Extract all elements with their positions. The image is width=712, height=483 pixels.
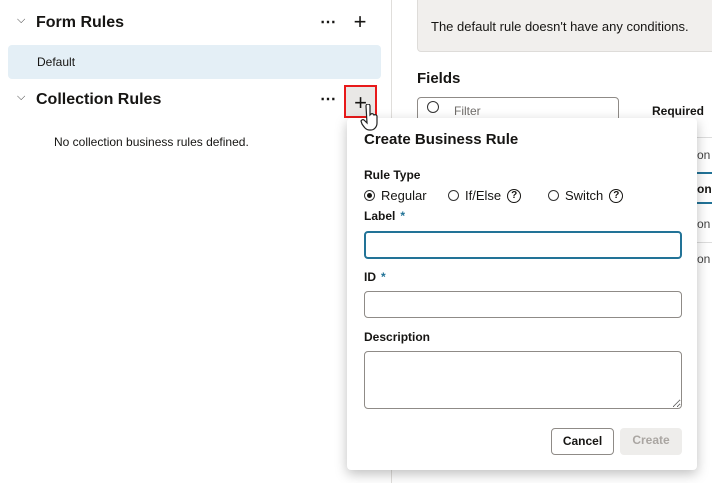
field-row[interactable]: on bbox=[697, 217, 710, 231]
radio-button[interactable] bbox=[548, 190, 559, 201]
id-field-label: ID * bbox=[364, 270, 386, 284]
rule-item-default[interactable]: Default bbox=[8, 45, 381, 79]
label-field-label: Label * bbox=[364, 209, 406, 223]
radio-switch[interactable]: Switch? bbox=[548, 188, 624, 203]
required-column-header: Required bbox=[652, 104, 705, 118]
id-input[interactable] bbox=[364, 291, 682, 318]
form-rules-add-button[interactable]: + bbox=[347, 10, 373, 36]
empty-collection-text: No collection business rules defined. bbox=[54, 135, 249, 149]
field-row[interactable]: on bbox=[697, 182, 712, 196]
radio-label: Switch bbox=[565, 188, 604, 203]
radio-button[interactable] bbox=[364, 190, 375, 201]
fields-title: Fields bbox=[417, 70, 461, 87]
field-row[interactable]: on bbox=[697, 148, 710, 162]
dialog-title: Create Business Rule bbox=[364, 131, 519, 148]
radio-regular[interactable]: Regular bbox=[364, 188, 427, 203]
radio-button[interactable] bbox=[448, 190, 459, 201]
description-label: Description bbox=[364, 330, 431, 344]
help-icon[interactable]: ? bbox=[507, 188, 522, 203]
filter-placeholder: Filter bbox=[454, 104, 481, 118]
hand-cursor-icon bbox=[360, 104, 378, 131]
help-icon[interactable]: ? bbox=[609, 188, 624, 203]
cancel-button[interactable]: Cancel bbox=[551, 428, 614, 455]
search-icon bbox=[427, 101, 439, 113]
rules-panel: ⌵ Form Rules ⋯ + Default ⌵ Collection Ru… bbox=[0, 0, 392, 483]
chevron-down-icon[interactable]: ⌵ bbox=[17, 91, 25, 104]
rule-type-label: Rule Type bbox=[364, 168, 421, 182]
form-rules-more-icon[interactable]: ⋯ bbox=[320, 12, 337, 32]
collection-rules-title: Collection Rules bbox=[36, 91, 162, 108]
chevron-down-icon[interactable]: ⌵ bbox=[17, 14, 25, 27]
form-rules-title: Form Rules bbox=[36, 14, 125, 31]
create-business-rule-dialog: Create Business Rule Rule Type Regular I… bbox=[347, 118, 697, 470]
field-row[interactable]: on bbox=[697, 252, 710, 266]
radio-label: If/Else bbox=[465, 188, 502, 203]
label-input[interactable] bbox=[364, 231, 682, 259]
create-button[interactable]: Create bbox=[620, 428, 682, 455]
collection-rules-more-icon[interactable]: ⋯ bbox=[320, 89, 337, 109]
radio-if-else[interactable]: If/Else? bbox=[448, 188, 522, 203]
rule-item-label: Default bbox=[37, 55, 76, 69]
radio-label: Regular bbox=[381, 188, 427, 203]
description-textarea[interactable] bbox=[364, 351, 682, 409]
info-message: The default rule doesn't have any condit… bbox=[417, 0, 712, 52]
